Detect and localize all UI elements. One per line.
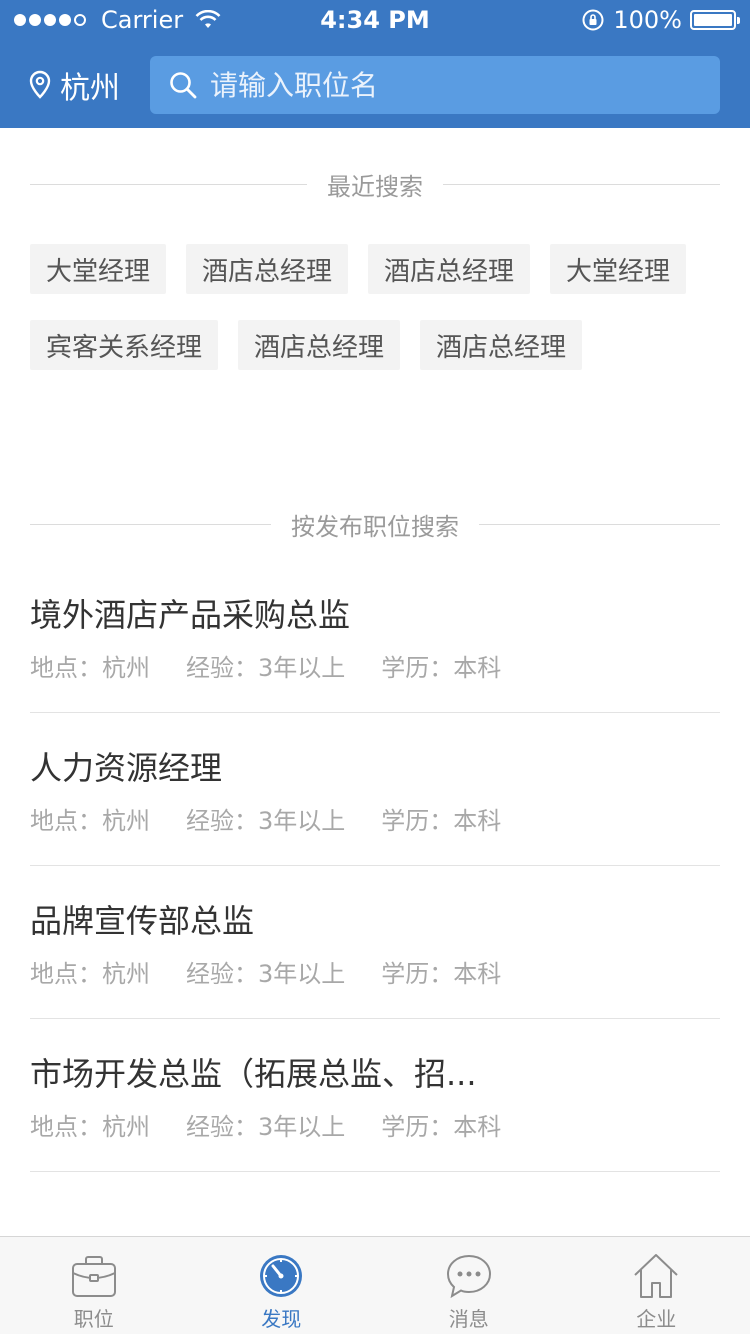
search-box[interactable]	[150, 56, 720, 114]
job-meta: 地点：杭州 经验：3年以上 学历：本科	[30, 801, 537, 836]
recent-tag[interactable]: 酒店总经理	[368, 244, 531, 294]
job-location: 地点：杭州	[30, 807, 150, 835]
search-icon	[170, 72, 197, 99]
tab-jobs[interactable]: 职位	[0, 1237, 188, 1334]
job-experience: 经验：3年以上	[186, 654, 346, 682]
job-list-item[interactable]: 品牌宣传部总监 地点：杭州 经验：3年以上 学历：本科	[30, 866, 720, 1019]
recent-tag[interactable]: 宾客关系经理	[30, 320, 219, 370]
job-location: 地点：杭州	[30, 654, 150, 682]
job-title: 品牌宣传部总监	[30, 902, 255, 940]
tab-label: 消息	[448, 1307, 489, 1331]
location-pin-icon	[29, 70, 51, 99]
recent-search-header: 最近搜索	[30, 164, 720, 204]
posted-search-header: 按发布职位搜索	[30, 504, 720, 544]
recent-tag[interactable]: 酒店总经理	[420, 320, 583, 370]
job-meta: 地点：杭州 经验：3年以上 学历：本科	[30, 1107, 537, 1142]
job-experience: 经验：3年以上	[186, 807, 346, 835]
city-label: 杭州	[60, 71, 120, 106]
recent-search-tags: 大堂经理 酒店总经理 酒店总经理 大堂经理 宾客关系经理 酒店总经理 酒店总经理	[30, 244, 730, 396]
home-icon	[634, 1254, 678, 1298]
job-education: 学历：本科	[381, 807, 502, 835]
recent-search-title: 最近搜索	[327, 172, 423, 201]
nav-row: 杭州	[0, 56, 750, 114]
search-input[interactable]	[210, 68, 690, 102]
tab-label: 企业	[636, 1307, 677, 1331]
posted-search-title: 按发布职位搜索	[291, 512, 459, 541]
tab-company[interactable]: 企业	[563, 1237, 750, 1334]
recent-tag[interactable]: 大堂经理	[550, 244, 687, 294]
job-title: 市场开发总监（拓展总监、招...	[30, 1055, 477, 1093]
job-title: 境外酒店产品采购总监	[30, 596, 351, 634]
job-education: 学历：本科	[381, 654, 502, 682]
job-list-item[interactable]: 境外酒店产品采购总监 地点：杭州 经验：3年以上 学历：本科	[30, 560, 720, 713]
job-meta: 地点：杭州 经验：3年以上 学历：本科	[30, 954, 537, 989]
tab-messages[interactable]: 消息	[375, 1237, 563, 1334]
tab-bar: 职位 发现 消息 企业	[0, 1236, 750, 1334]
tab-label: 发现	[261, 1307, 302, 1331]
rotation-lock-icon	[582, 9, 604, 31]
job-list-item[interactable]: 市场开发总监（拓展总监、招... 地点：杭州 经验：3年以上 学历：本科	[30, 1019, 720, 1172]
city-selector[interactable]: 杭州	[28, 56, 120, 114]
recent-tag[interactable]: 酒店总经理	[238, 320, 401, 370]
recent-tag[interactable]: 大堂经理	[30, 244, 167, 294]
briefcase-icon	[71, 1256, 116, 1297]
job-education: 学历：本科	[381, 960, 502, 988]
job-experience: 经验：3年以上	[186, 960, 346, 988]
status-right: 100%	[581, 6, 740, 34]
job-education: 学历：本科	[381, 1113, 502, 1141]
status-bar: Carrier 4:34 PM 100%	[0, 0, 750, 40]
job-list-item[interactable]: 人力资源经理 地点：杭州 经验：3年以上 学历：本科	[30, 713, 720, 866]
compass-icon	[260, 1255, 303, 1297]
job-location: 地点：杭州	[30, 960, 150, 988]
job-location: 地点：杭州	[30, 1113, 150, 1141]
battery-icon	[690, 10, 740, 30]
tab-discover[interactable]: 发现	[188, 1237, 376, 1334]
job-meta: 地点：杭州 经验：3年以上 学历：本科	[30, 648, 537, 683]
recent-tag[interactable]: 酒店总经理	[186, 244, 349, 294]
job-list: 境外酒店产品采购总监 地点：杭州 经验：3年以上 学历：本科 人力资源经理 地点…	[30, 560, 720, 1172]
app-header: Carrier 4:34 PM 100% 杭州 请输入职位名	[0, 0, 750, 128]
tab-label: 职位	[73, 1307, 114, 1331]
battery-percent: 100%	[613, 6, 682, 34]
job-title: 人力资源经理	[30, 749, 223, 787]
chat-bubble-icon	[446, 1254, 491, 1299]
job-experience: 经验：3年以上	[186, 1113, 346, 1141]
